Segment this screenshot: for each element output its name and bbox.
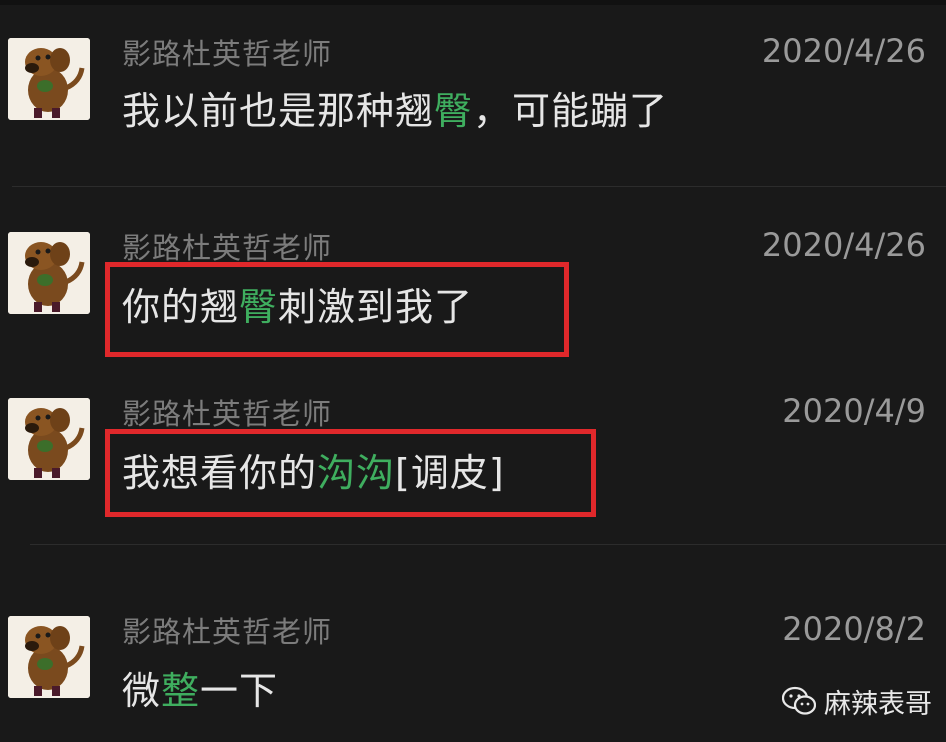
- message-text: 微整一下: [122, 660, 278, 715]
- avatar[interactable]: [8, 232, 90, 314]
- message-date: 2020/8/2: [782, 610, 926, 648]
- watermark: 麻辣表哥: [782, 683, 932, 720]
- dog-avatar-icon: [8, 616, 90, 698]
- avatar[interactable]: [8, 38, 90, 120]
- message-text: 我以前也是那种翘臀，可能蹦了: [122, 80, 668, 135]
- dog-avatar-icon: [8, 398, 90, 480]
- watermark-text: 麻辣表哥: [824, 688, 932, 720]
- sender-name: 影路杜英哲老师: [122, 37, 333, 71]
- text-segment: 一下: [200, 669, 279, 713]
- highlight-box: [105, 262, 569, 357]
- message-date: 2020/4/26: [761, 32, 926, 70]
- message-date: 2020/4/9: [782, 392, 926, 430]
- highlighted-word[interactable]: 臀: [434, 89, 473, 133]
- message-date: 2020/4/26: [761, 226, 926, 264]
- highlighted-word[interactable]: 整: [161, 669, 200, 713]
- dog-avatar-icon: [8, 232, 90, 314]
- highlight-box: [105, 429, 596, 517]
- text-segment: 微: [122, 669, 162, 713]
- sender-name: 影路杜英哲老师: [122, 397, 333, 431]
- sender-name: 影路杜英哲老师: [122, 615, 333, 649]
- avatar[interactable]: [8, 616, 90, 698]
- sender-name: 影路杜英哲老师: [122, 231, 333, 265]
- text-segment: ，可能蹦了: [473, 89, 669, 133]
- message-item[interactable]: 影路杜英哲老师 2020/4/26 我以前也是那种翘臀，可能蹦了: [0, 0, 946, 186]
- dog-avatar-icon: [8, 38, 90, 120]
- avatar[interactable]: [8, 398, 90, 480]
- wechat-icon: [782, 686, 816, 715]
- text-segment: 我以前也是那种翘: [122, 89, 435, 133]
